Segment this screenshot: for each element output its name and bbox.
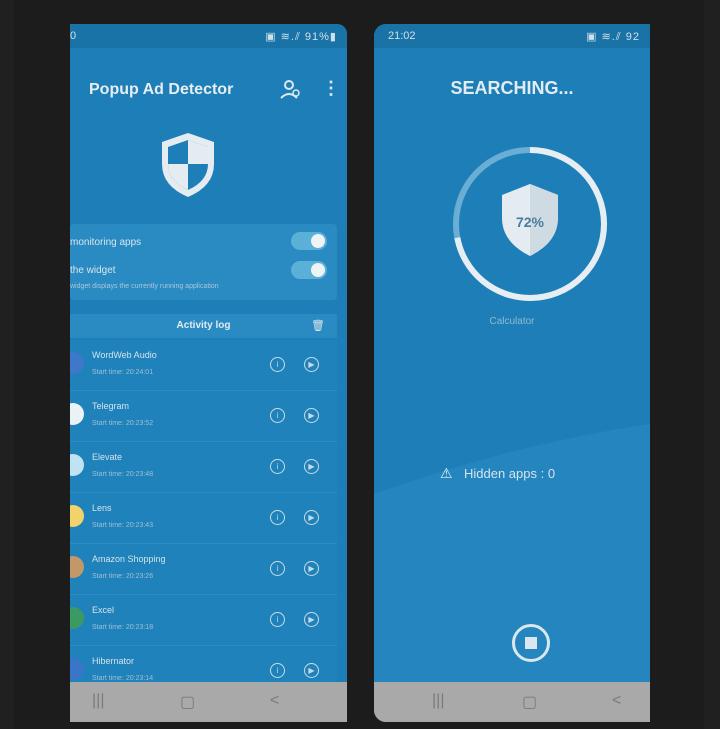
phone-main-screen: 0 ▣ ≋.⫽ 91%▮ Popup Ad Detector ⋮ monitor… — [70, 24, 347, 722]
app-icon — [70, 352, 84, 374]
info-icon[interactable]: i — [270, 663, 285, 678]
log-app-name: WordWeb Audio — [92, 350, 157, 360]
recent-apps-button[interactable]: ||| — [92, 692, 104, 710]
log-app-name: Amazon Shopping — [92, 554, 166, 564]
log-row[interactable]: WordWeb Audio Start time: 20:24:01 i ▶ — [70, 340, 337, 391]
log-app-name: Hibernator — [92, 656, 135, 666]
app-icon — [70, 607, 84, 629]
log-start-time: Start time: 20:23:52 — [92, 420, 154, 427]
person-search-icon[interactable] — [278, 78, 302, 107]
status-icons: ▣ ≋.⫽ 91%▮ — [265, 31, 337, 43]
info-icon[interactable]: i — [270, 612, 285, 627]
play-icon[interactable]: ▶ — [304, 459, 319, 474]
monitoring-apps-toggle[interactable] — [291, 232, 327, 250]
searching-title: SEARCHING... — [450, 78, 574, 98]
log-app-name: Lens — [92, 503, 112, 513]
play-icon[interactable]: ▶ — [304, 663, 319, 678]
status-time: 0 — [70, 30, 77, 42]
info-icon[interactable]: i — [270, 459, 285, 474]
log-row[interactable]: Lens Start time: 20:23:43 i ▶ — [70, 493, 337, 544]
toggle-knob — [311, 234, 325, 248]
hidden-apps-text: Hidden apps : 0 — [464, 466, 556, 481]
log-start-time: Start time: 20:23:48 — [92, 471, 154, 478]
log-start-time: Start time: 20:23:14 — [92, 675, 154, 682]
app-icon — [70, 505, 84, 527]
log-app-name: Elevate — [92, 452, 123, 462]
activity-log-header: Activity log 🗑 — [70, 314, 337, 338]
recent-apps-button[interactable]: ||| — [432, 692, 444, 710]
app-icon — [70, 658, 84, 680]
stop-button[interactable] — [512, 624, 550, 662]
more-vert-icon[interactable]: ⋮ — [322, 78, 340, 99]
status-time: 21:02 — [388, 30, 416, 42]
log-start-time: Start time: 20:23:26 — [92, 573, 154, 580]
progress-percent: 72% — [515, 214, 545, 230]
app-title: Popup Ad Detector — [89, 81, 234, 98]
widget-description: widget displays the currently running ap… — [70, 283, 219, 290]
activity-log-title: Activity log — [176, 320, 231, 331]
warning-icon: ⚠ — [440, 465, 453, 481]
play-icon[interactable]: ▶ — [304, 612, 319, 627]
hidden-apps-count: ⚠ Hidden apps : 0 — [440, 465, 556, 481]
current-app-label: Calculator — [489, 316, 535, 327]
app-icon — [70, 454, 84, 476]
info-icon[interactable]: i — [270, 510, 285, 525]
widget-toggle[interactable] — [291, 261, 327, 279]
back-button[interactable]: < — [270, 692, 279, 710]
navigation-bar: ||| ▢ < — [70, 682, 347, 722]
log-start-time: Start time: 20:23:43 — [92, 522, 154, 529]
widget-label: the widget — [70, 265, 116, 276]
play-icon[interactable]: ▶ — [304, 357, 319, 372]
app-icon — [70, 403, 84, 425]
log-row[interactable]: Telegram Start time: 20:23:52 i ▶ — [70, 391, 337, 442]
trash-icon[interactable]: 🗑 — [311, 319, 325, 332]
home-button[interactable]: ▢ — [522, 692, 537, 712]
activity-log-list: WordWeb Audio Start time: 20:24:01 i ▶ Teleg… — [70, 340, 337, 697]
log-start-time: Start time: 20:24:01 — [92, 369, 154, 376]
info-icon[interactable]: i — [270, 561, 285, 576]
home-button[interactable]: ▢ — [180, 692, 195, 712]
log-row[interactable]: Amazon Shopping Start time: 20:23:26 i ▶ — [70, 544, 337, 595]
play-icon[interactable]: ▶ — [304, 561, 319, 576]
log-row[interactable]: Excel Start time: 20:23:18 i ▶ — [70, 595, 337, 646]
app-icon — [70, 556, 84, 578]
status-bar: 21:02 ▣ ≋.⫽ 92 — [374, 24, 650, 48]
phone-search-screen: 21:02 ▣ ≋.⫽ 92 SEARCHING... 72% Calculat… — [374, 24, 650, 722]
status-bar: 0 ▣ ≋.⫽ 91%▮ — [70, 24, 347, 48]
play-icon[interactable]: ▶ — [304, 408, 319, 423]
background-wave — [374, 424, 650, 722]
log-start-time: Start time: 20:23:18 — [92, 624, 154, 631]
toggle-knob — [311, 263, 325, 277]
navigation-bar: ||| ▢ < — [374, 682, 650, 722]
log-row[interactable]: Elevate Start time: 20:23:48 i ▶ — [70, 442, 337, 493]
status-icons: ▣ ≋.⫽ 92 — [586, 31, 640, 43]
monitoring-apps-label: monitoring apps — [70, 237, 142, 248]
info-icon[interactable]: i — [270, 357, 285, 372]
shield-icon — [158, 130, 218, 205]
info-icon[interactable]: i — [270, 408, 285, 423]
log-app-name: Telegram — [92, 401, 130, 411]
log-app-name: Excel — [92, 605, 115, 615]
back-button[interactable]: < — [612, 692, 621, 710]
settings-card: monitoring apps the widget widget displa… — [70, 224, 337, 300]
play-icon[interactable]: ▶ — [304, 510, 319, 525]
stop-icon — [525, 637, 537, 649]
